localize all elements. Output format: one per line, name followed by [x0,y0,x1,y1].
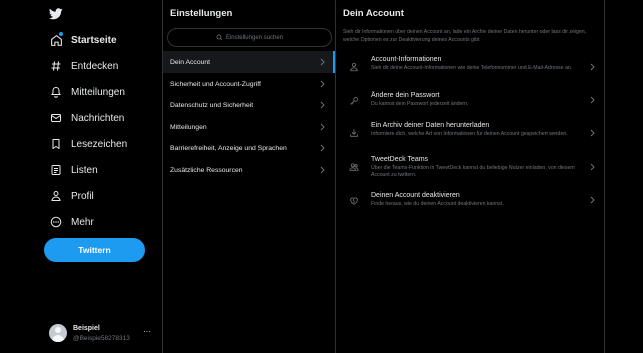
nav-item-lesezeichen[interactable]: Lesezeichen [49,135,127,153]
account-item-title: Ändere dein Passwort [371,92,440,99]
settings-panel: Einstellungen Einstellungen suchen Dein … [163,0,335,353]
people-icon [349,163,359,171]
search-icon [216,34,223,41]
settings-item-label: Barrierefreiheit, Anzeige und Sprachen [170,144,287,152]
nav-item-listen[interactable]: Listen [49,161,98,179]
settings-item-label: Mitteilungen [170,123,207,131]
account-item-archiv[interactable]: Ein Archiv deiner Daten herunterladen In… [336,121,604,149]
nav-item-label: Lesezeichen [71,138,128,150]
settings-item-dein-account[interactable]: Dein Account [163,51,335,73]
settings-item-datenschutz[interactable]: Datenschutz und Sicherheit [163,94,335,116]
account-item-description: Finde heraus, wie du deinen Account deak… [371,201,504,207]
account-item-description: Sieh dir deine Account-Informationen wie… [371,65,573,71]
chevron-right-icon [590,63,595,71]
nav-item-label: Mitteilungen [71,86,125,98]
nav-item-label: Mehr [71,216,94,228]
account-item-passwort[interactable]: Ändere dein Passwort Du kannst dein Pass… [336,91,604,111]
profile-name: Beispiel [73,325,100,332]
settings-item-sicherheit[interactable]: Sicherheit und Account-Zugriff [163,73,335,95]
account-item-title: Account-Informationen [371,56,442,63]
account-detail-panel: Dein Account Sieh dir Informationen über… [336,0,604,353]
settings-title: Einstellungen [170,8,233,19]
nav-item-mehr[interactable]: Mehr [49,213,94,231]
notification-dot [59,32,63,36]
person-icon [49,189,63,203]
settings-item-barrierefreiheit[interactable]: Barrierefreiheit, Anzeige und Sprachen [163,137,335,159]
account-item-description: Über die Teams-Funktion in TweetDeck kan… [371,165,575,179]
profile-handle: @Beispie58278313 [73,335,130,342]
more-dots-icon: ··· [143,327,151,336]
nav-item-label: Startseite [71,34,117,46]
settings-item-label: Sicherheit und Account-Zugriff [170,80,261,88]
broken-heart-icon [350,197,358,205]
more-circle-icon [49,215,63,229]
account-item-description: Informiere dich, welche Art von Informat… [371,131,568,137]
divider [604,0,605,353]
account-item-title: Deinen Account deaktivieren [371,192,460,199]
chevron-right-icon [320,166,325,174]
chevron-right-icon [320,123,325,131]
person-icon [350,62,358,72]
settings-item-label: Zusätzliche Ressourcen [170,166,243,174]
settings-search-input[interactable]: Einstellungen suchen [167,28,332,47]
chevron-right-icon [590,163,595,171]
nav-item-label: Entdecken [71,60,119,72]
account-item-deaktivieren[interactable]: Deinen Account deaktivieren Finde heraus… [336,191,604,211]
chevron-right-icon [320,80,325,88]
settings-item-label: Dein Account [170,58,211,66]
account-item-description: Du kannst dein Passwort jederzeit ändern… [371,101,469,107]
nav-item-label: Listen [71,164,98,176]
envelope-icon [49,111,63,125]
tweet-button[interactable]: Twittern [44,238,145,262]
key-icon [350,97,358,105]
twitter-bird-icon[interactable] [49,8,63,20]
nav-item-startseite[interactable]: Startseite [49,31,117,49]
nav-item-nachrichten[interactable]: Nachrichten [49,109,124,127]
account-intro-text: Sieh dir Informationen über deinen Accou… [343,29,587,43]
account-title: Dein Account [343,8,404,19]
nav-item-label: Profil [71,190,94,202]
primary-navigation: Startseite Entdecken Mitteilungen Nachri… [0,0,162,353]
settings-item-label: Datenschutz und Sicherheit [170,101,254,109]
chevron-right-icon [590,196,595,204]
chevron-right-icon [320,144,325,152]
chevron-right-icon [320,58,325,66]
nav-item-entdecken[interactable]: Entdecken [49,57,118,75]
nav-item-mitteilungen[interactable]: Mitteilungen [49,83,125,101]
chevron-right-icon [590,129,595,137]
account-item-title: TweetDeck Teams [371,156,429,163]
list-icon [49,163,63,177]
search-placeholder: Einstellungen suchen [225,34,284,41]
account-item-tweetdeck-teams[interactable]: TweetDeck Teams Über die Teams-Funktion … [336,155,604,183]
hashtag-icon [49,59,63,73]
settings-item-ressourcen[interactable]: Zusätzliche Ressourcen [163,159,335,181]
settings-item-mitteilungen[interactable]: Mitteilungen [163,116,335,138]
chevron-right-icon [590,96,595,104]
nav-item-label: Nachrichten [71,112,125,124]
bookmark-icon [49,137,63,151]
bell-icon [49,85,63,99]
nav-item-profil[interactable]: Profil [49,187,94,205]
avatar [49,324,67,342]
account-switcher[interactable]: Beispiel @Beispie58278313 ··· [49,323,157,345]
home-icon [49,32,63,47]
account-item-informationen[interactable]: Account-Informationen Sieh dir deine Acc… [336,55,604,83]
chevron-right-icon [320,101,325,109]
download-icon [350,129,358,137]
account-item-title: Ein Archiv deiner Daten herunterladen [371,122,490,129]
